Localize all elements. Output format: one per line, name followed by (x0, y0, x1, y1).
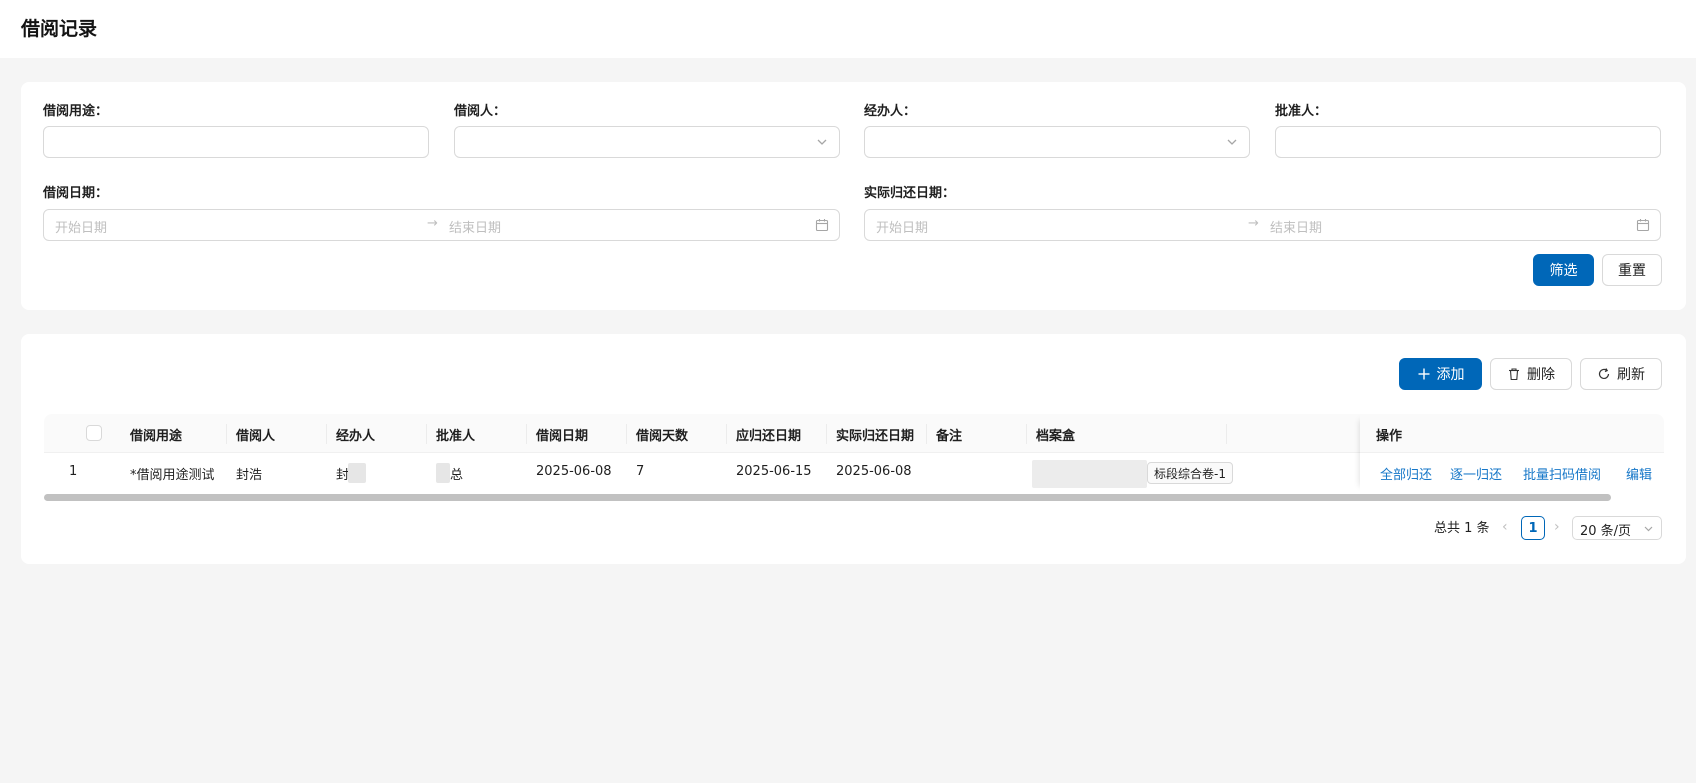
column-separator (926, 424, 927, 444)
return-end-date[interactable]: 结束日期 (1270, 217, 1322, 236)
refresh-button[interactable]: 刷新 (1580, 358, 1662, 390)
range-arrow-icon: → (1248, 216, 1259, 231)
current-page[interactable]: 1 (1521, 516, 1545, 540)
records-panel: 添加 删除 刷新 借阅用途 借阅人 经办人 批准人 借阅日期 借阅天数 应归还日… (21, 334, 1686, 564)
cell-approver: 总 (450, 468, 464, 483)
column-separator (1026, 424, 1027, 444)
horizontal-scrollbar[interactable] (44, 494, 1611, 501)
column-separator (226, 424, 227, 444)
column-separator (526, 424, 527, 444)
plus-icon (1418, 368, 1429, 380)
purpose-input[interactable] (43, 126, 429, 158)
column-separator (826, 424, 827, 444)
column-header-due-date[interactable]: 应归还日期 (736, 425, 801, 444)
column-header-handler[interactable]: 经办人 (336, 425, 375, 444)
prev-page-icon[interactable]: ‹ (1502, 519, 1508, 535)
approver-label: 批准人： (1275, 104, 1328, 119)
column-header-remark[interactable]: 备注 (936, 425, 962, 444)
borrow-start-date[interactable]: 开始日期 (55, 217, 107, 236)
column-separator (726, 424, 727, 444)
trash-icon (1509, 368, 1519, 381)
page-size-value: 20 条/页 (1580, 524, 1632, 539)
handler-label: 经办人： (864, 104, 917, 119)
return-date-range[interactable]: 开始日期 → 结束日期 (864, 209, 1661, 241)
chevron-down-icon (817, 139, 827, 145)
return-start-date[interactable]: 开始日期 (876, 217, 928, 236)
add-button[interactable]: 添加 (1399, 358, 1482, 390)
handler-select[interactable] (864, 126, 1250, 158)
approver-input[interactable] (1275, 126, 1661, 158)
cell-days: 7 (636, 464, 645, 479)
column-separator (1226, 424, 1227, 444)
delete-button[interactable]: 删除 (1490, 358, 1572, 390)
page-size-select[interactable]: 20 条/页 (1572, 516, 1662, 540)
borrow-date-label: 借阅日期： (43, 186, 109, 201)
cell-borrower: 封浩 (236, 468, 263, 483)
purpose-label: 借阅用途： (43, 104, 109, 119)
filter-panel: 借阅用途： 借阅人： 经办人： 批准人： 借阅日期： 开始日期 → 结束日期 实… (21, 82, 1686, 310)
borrow-end-date[interactable]: 结束日期 (449, 217, 501, 236)
cell-borrow-date: 2025-06-08 (536, 464, 612, 479)
column-header-box[interactable]: 档案盒 (1036, 425, 1075, 444)
return-date-label: 实际归还日期： (864, 186, 956, 201)
range-arrow-icon: → (427, 216, 438, 231)
total-count: 总共 1 条 (1434, 521, 1490, 536)
actions-column-fixed (1360, 414, 1664, 492)
column-header-borrow-date[interactable]: 借阅日期 (536, 425, 588, 444)
cell-due-date: 2025-06-15 (736, 464, 812, 479)
redacted-block (436, 463, 450, 483)
reset-button[interactable]: 重置 (1602, 254, 1662, 286)
column-header-purpose[interactable]: 借阅用途 (130, 425, 182, 444)
refresh-button-label: 刷新 (1617, 367, 1645, 383)
cell-return-date: 2025-06-08 (836, 464, 912, 479)
row-index: 1 (69, 464, 78, 479)
calendar-icon (1636, 219, 1650, 232)
page-title: 借阅记录 (21, 18, 98, 40)
calendar-icon (815, 219, 829, 232)
select-all-checkbox[interactable] (86, 425, 102, 441)
next-page-icon[interactable]: › (1554, 519, 1560, 535)
column-separator (326, 424, 327, 444)
borrower-select[interactable] (454, 126, 840, 158)
column-header-return-date[interactable]: 实际归还日期 (836, 425, 914, 444)
column-separator (626, 424, 627, 444)
page-header: 借阅记录 (0, 0, 1696, 58)
column-header-approver[interactable]: 批准人 (436, 425, 475, 444)
redacted-block (348, 463, 366, 483)
archive-box-tag: 标段综合卷-1 (1147, 462, 1233, 484)
cell-purpose: *借阅用途测试 (130, 468, 215, 483)
borrow-date-range[interactable]: 开始日期 → 结束日期 (43, 209, 840, 241)
column-separator (426, 424, 427, 444)
chevron-down-icon (1227, 139, 1237, 145)
column-header-days[interactable]: 借阅天数 (636, 425, 688, 444)
column-header-borrower[interactable]: 借阅人 (236, 425, 275, 444)
delete-button-label: 删除 (1527, 367, 1555, 383)
chevron-down-icon (1644, 526, 1653, 532)
redacted-block (1032, 460, 1147, 488)
borrower-label: 借阅人： (454, 104, 507, 119)
refresh-icon (1598, 368, 1610, 380)
filter-button[interactable]: 筛选 (1533, 254, 1594, 286)
add-button-label: 添加 (1436, 367, 1465, 383)
